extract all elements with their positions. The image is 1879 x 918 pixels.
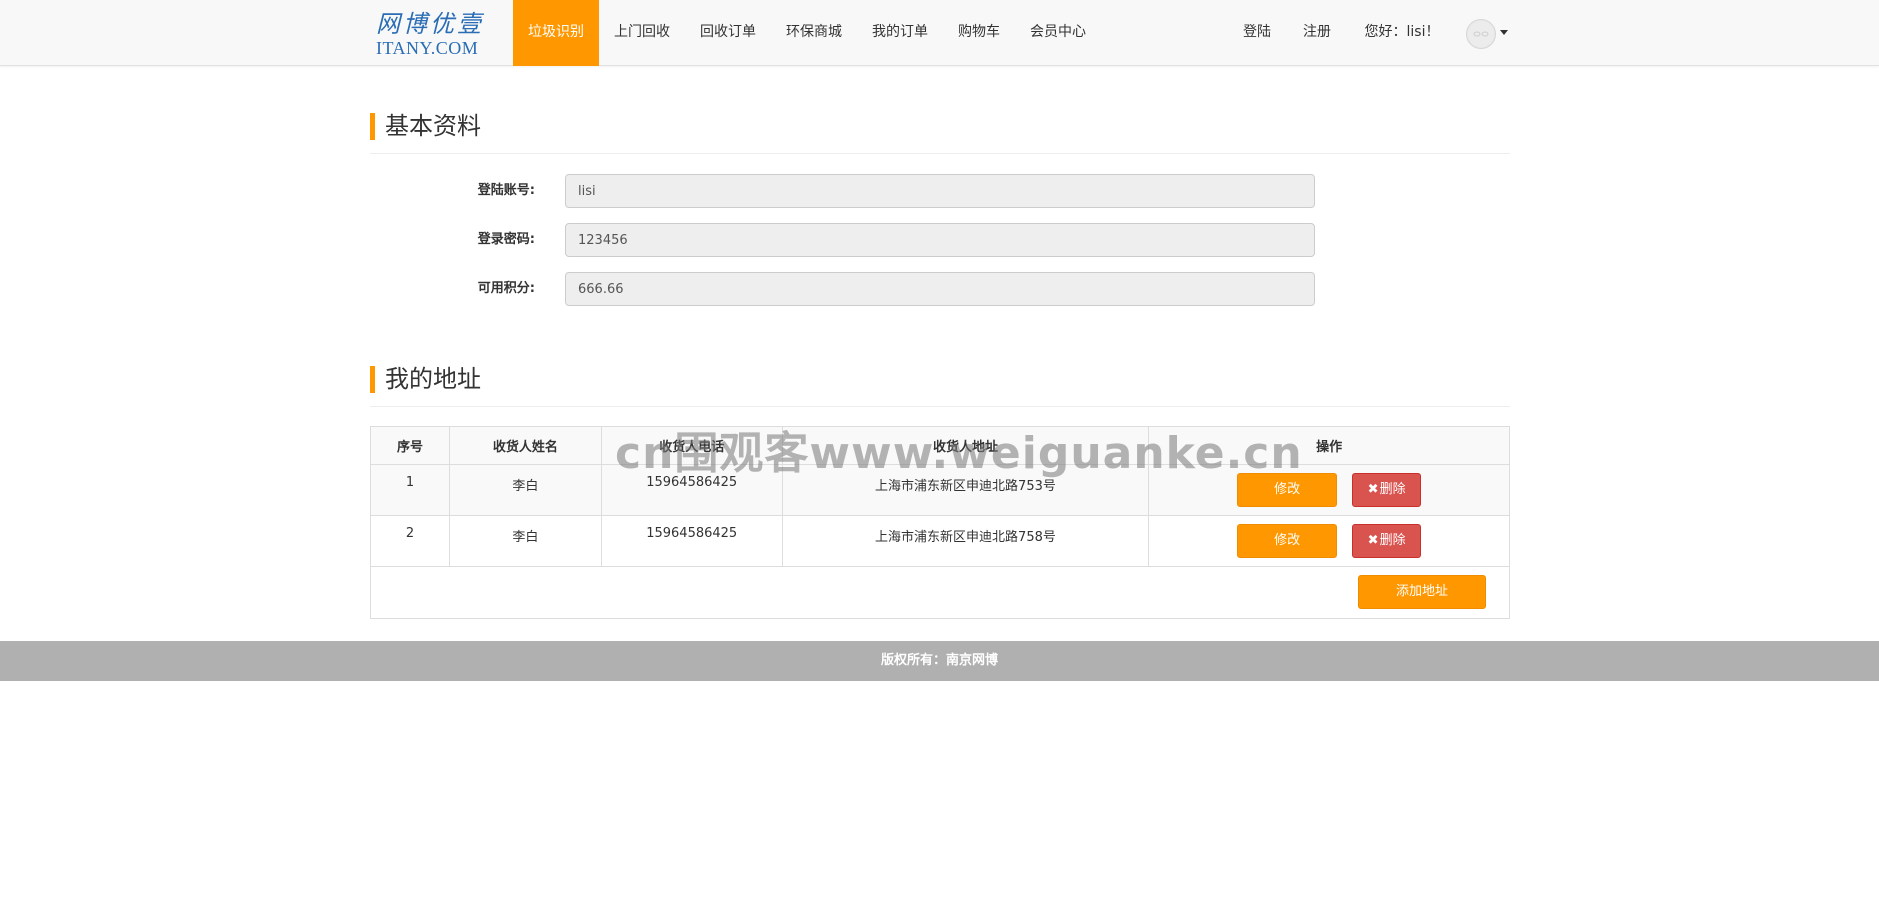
table-header-row: 序号 收货人姓名 收货人电话 收货人地址 操作	[370, 426, 1510, 465]
nav-item-home-recycle[interactable]: 上门回收	[599, 0, 685, 66]
row-phone: 15964586425	[600, 515, 783, 567]
top-navbar: 网博优壹 ITANY.COM 垃圾识别 上门回收 回收订单 环保商城 我的订单 …	[0, 0, 1879, 66]
account-input[interactable]	[565, 174, 1315, 208]
row-index: 1	[370, 464, 450, 516]
nav-item-member-center[interactable]: 会员中心	[1015, 0, 1101, 66]
address-table: 序号 收货人姓名 收货人电话 收货人地址 操作 1 李白 15964586425…	[370, 426, 1510, 619]
row-address: 上海市浦东新区申迪北路758号	[781, 515, 1150, 567]
nav-item-garbage-identify[interactable]: 垃圾识别	[513, 0, 599, 66]
col-name: 收货人姓名	[448, 426, 602, 465]
section-accent-bar	[370, 366, 375, 393]
login-link[interactable]: 登陆	[1232, 0, 1282, 66]
user-avatar-icon[interactable]	[1466, 19, 1496, 49]
row-name: 李白	[448, 515, 602, 567]
table-row: 1 李白 15964586425 上海市浦东新区申迪北路753号 修改 ✖删除	[370, 464, 1510, 516]
brand-logo-english: ITANY.COM	[376, 38, 479, 58]
page-footer: 版权所有：南京网博	[0, 641, 1879, 681]
add-address-button[interactable]: 添加地址	[1358, 575, 1486, 609]
points-label: 可用积分:	[477, 281, 535, 296]
user-greeting: 您好：lisi！	[1364, 24, 1440, 40]
close-icon: ✖	[1367, 533, 1379, 548]
brand-logo[interactable]: 网博优壹 ITANY.COM	[376, 10, 486, 62]
row-name: 李白	[448, 464, 602, 516]
password-input[interactable]	[565, 223, 1315, 257]
points-input[interactable]	[565, 272, 1315, 306]
account-label: 登陆账号:	[477, 183, 535, 198]
col-phone: 收货人电话	[600, 426, 783, 465]
table-footer-cell: 添加地址	[370, 566, 1510, 619]
col-index: 序号	[370, 426, 450, 465]
register-link[interactable]: 注册	[1292, 0, 1342, 66]
address-section-title: 我的地址	[370, 359, 1510, 407]
row-actions: 修改 ✖删除	[1148, 464, 1510, 516]
table-footer-row: 添加地址	[370, 566, 1510, 619]
delete-address-button[interactable]: ✖删除	[1352, 524, 1422, 558]
caret-down-icon[interactable]	[1500, 30, 1508, 35]
edit-address-button[interactable]: 修改	[1237, 473, 1338, 507]
nav-item-cart[interactable]: 购物车	[943, 0, 1015, 66]
row-index: 2	[370, 515, 450, 567]
row-address: 上海市浦东新区申迪北路753号	[781, 464, 1150, 516]
nav-item-eco-mall[interactable]: 环保商城	[771, 0, 857, 66]
copyright-text: 版权所有：南京网博	[880, 653, 998, 668]
brand-logo-chinese: 网博优壹	[376, 10, 484, 38]
row-actions: 修改 ✖删除	[1148, 515, 1510, 567]
profile-section-title: 基本资料	[370, 106, 1510, 154]
col-address: 收货人地址	[781, 426, 1150, 465]
password-label: 登录密码:	[477, 232, 535, 247]
row-phone: 15964586425	[600, 464, 783, 516]
close-icon: ✖	[1367, 482, 1379, 497]
nav-item-recycle-orders[interactable]: 回收订单	[685, 0, 771, 66]
delete-address-button[interactable]: ✖删除	[1352, 473, 1422, 507]
edit-address-button[interactable]: 修改	[1237, 524, 1338, 558]
profile-title: 基本资料	[385, 112, 481, 140]
delete-label: 删除	[1379, 482, 1406, 497]
address-title: 我的地址	[385, 365, 481, 393]
section-accent-bar	[370, 113, 375, 140]
col-actions: 操作	[1148, 426, 1510, 465]
nav-item-my-orders[interactable]: 我的订单	[857, 0, 943, 66]
delete-label: 删除	[1379, 533, 1406, 548]
table-row: 2 李白 15964586425 上海市浦东新区申迪北路758号 修改 ✖删除	[370, 515, 1510, 567]
